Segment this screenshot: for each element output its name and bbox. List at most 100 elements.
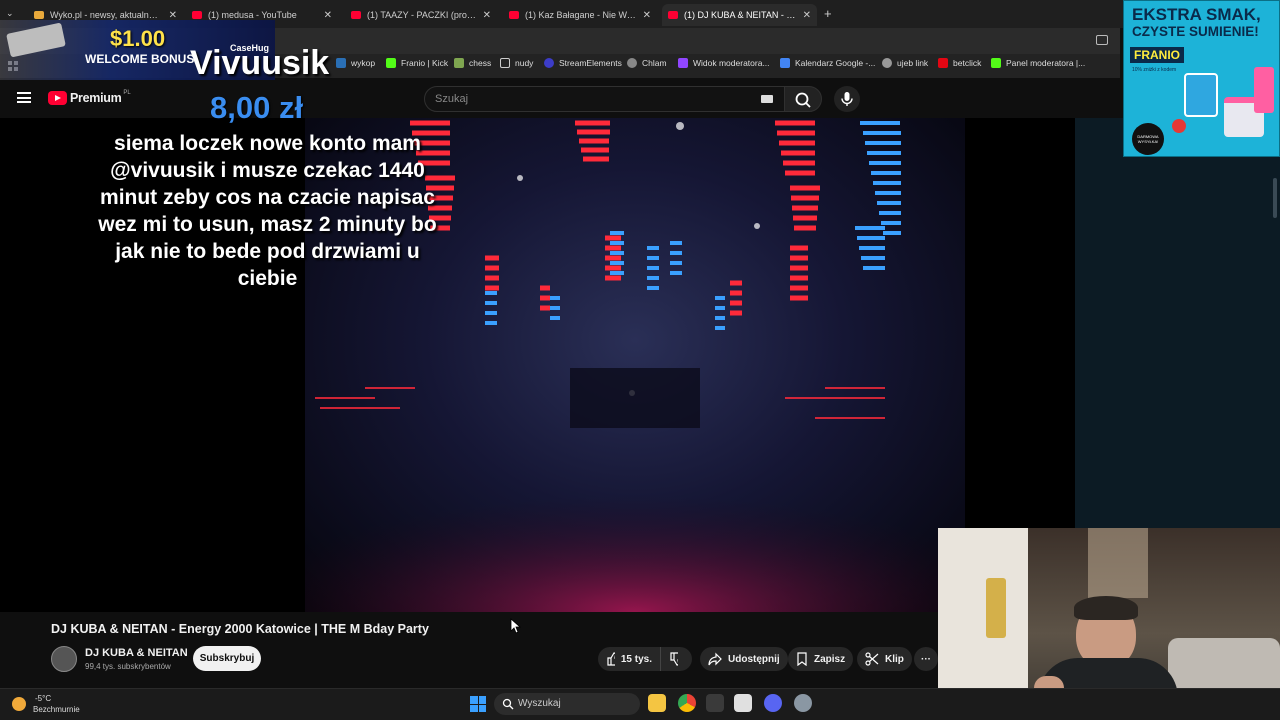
close-tab-icon[interactable]: ✕	[803, 10, 811, 21]
cast-icon[interactable]	[1096, 35, 1108, 45]
youtube-favicon-icon	[668, 11, 678, 19]
light-coils	[410, 120, 901, 330]
bookmark-widok-moderatora[interactable]: Widok moderatora...	[678, 58, 770, 68]
close-tab-icon[interactable]: ✕	[324, 10, 332, 21]
youtube-favicon-icon	[351, 11, 361, 19]
save-label: Zapisz	[814, 653, 846, 665]
donation-message: siema loczek nowe konto mam @vivuusik i …	[98, 132, 437, 290]
donation-amount: 8,00 zł	[210, 90, 304, 125]
ad-headline-1: EKSTRA SMAK,	[1132, 5, 1261, 24]
more-actions-button[interactable]: ···	[914, 647, 938, 671]
search-input[interactable]: Szukaj	[424, 86, 786, 112]
youtube-play-icon	[48, 91, 67, 105]
weather-temperature[interactable]: -5°C	[35, 694, 51, 703]
keyboard-icon[interactable]	[761, 95, 773, 103]
weather-description[interactable]: Bezchmurnie	[33, 705, 80, 714]
tab-search-chevron-icon[interactable]: ⌄	[6, 8, 14, 19]
share-button[interactable]: Udostępnij	[700, 647, 788, 671]
channel-name[interactable]: DJ KUBA & NEITAN	[85, 647, 188, 659]
bookmark-chlam[interactable]: Chlam	[627, 58, 667, 68]
search-icon	[502, 698, 514, 710]
product-jar-icon	[1184, 73, 1218, 117]
trophy-icon	[986, 578, 1006, 638]
search-button[interactable]	[784, 86, 822, 112]
tab-label: (1) DJ KUBA & NEITAN - Energ	[684, 10, 797, 20]
bookmark-ujeb-link[interactable]: ujeb link	[882, 58, 928, 68]
close-tab-icon[interactable]: ✕	[483, 10, 491, 21]
fruit-icon	[1172, 119, 1186, 133]
bookmark-panel-moderatora[interactable]: Panel moderatora |...	[991, 58, 1085, 68]
site-favicon-icon	[34, 11, 44, 19]
ad-badge: DARMOWA WYSYŁKA!	[1132, 123, 1164, 155]
bookmark-wykop[interactable]: wykop	[336, 58, 375, 68]
thumbs-down-icon	[670, 652, 678, 666]
scrollbar-thumb[interactable]	[1273, 178, 1277, 218]
betclic-icon	[938, 58, 948, 68]
ad-subtext: 10% zniżki z kodem	[1132, 67, 1177, 73]
calendar-icon	[780, 58, 790, 68]
chrome-icon[interactable]	[678, 694, 696, 712]
door-frame	[1088, 528, 1148, 598]
subscribe-button[interactable]: Subskrybuj	[193, 646, 261, 671]
globe-icon	[882, 58, 892, 68]
youtube-favicon-icon	[192, 11, 202, 19]
dislike-button[interactable]	[660, 647, 692, 671]
clip-label: Klip	[885, 653, 904, 665]
globe-icon	[627, 58, 637, 68]
bookmark-franio-kick[interactable]: Franio | Kick	[386, 58, 448, 68]
franio-ad-overlay: EKSTRA SMAK, CZYSTE SUMIENIE! FRANIO 10%…	[1123, 0, 1280, 157]
bookmark-kalendarz-google[interactable]: Kalendarz Google -...	[780, 58, 875, 68]
like-button[interactable]: 15 tys.	[598, 647, 660, 671]
donation-username: Vivuusik	[190, 44, 330, 82]
close-tab-icon[interactable]: ✕	[643, 10, 651, 21]
twitch-icon	[678, 58, 688, 68]
product-can-icon	[1254, 67, 1274, 113]
bookmark-chess[interactable]: chess	[454, 58, 491, 68]
browser-tab[interactable]: (1) Kaz Bałagane - Nie Wal Z Dy ✕	[503, 4, 657, 26]
youtube-premium-logo[interactable]: Premium PL	[48, 90, 131, 105]
folder-icon	[500, 58, 510, 68]
save-button[interactable]: Zapisz	[788, 647, 854, 671]
app-icon[interactable]	[706, 694, 724, 712]
scissors-icon	[865, 652, 879, 666]
tab-label: Wyko.pl - newsy, aktualności	[50, 10, 163, 20]
browser-tab-active[interactable]: (1) DJ KUBA & NEITAN - Energ ✕	[662, 4, 817, 26]
hamburger-menu-icon[interactable]	[17, 92, 31, 103]
spotlights	[517, 122, 760, 396]
clip-button[interactable]: Klip	[857, 647, 912, 671]
dj-booth	[570, 368, 700, 428]
windows-taskbar: -5°C Bezchmurnie	[0, 688, 1280, 720]
youtube-favicon-icon	[509, 11, 519, 19]
microphone-icon	[841, 92, 853, 106]
promo-text: WELCOME BONUS	[85, 52, 195, 66]
wykop-icon	[336, 58, 346, 68]
streamelements-icon	[544, 58, 554, 68]
streamer-hair	[1074, 596, 1138, 620]
promo-amount: $1.00	[110, 26, 166, 51]
browser-tab[interactable]: (1) TAAZY - PACZKI (prod. Crac ✕	[345, 4, 497, 26]
ad-brand: FRANIO	[1130, 47, 1184, 63]
tab-label: (1) Kaz Bałagane - Nie Wal Z Dy	[525, 10, 637, 20]
search-icon	[795, 92, 811, 108]
mouse-cursor-icon	[510, 618, 522, 634]
weather-moon-icon[interactable]	[12, 697, 26, 711]
settings-gear-icon[interactable]	[794, 694, 812, 712]
bookmark-streamelements[interactable]: StreamElements	[544, 58, 622, 68]
share-label: Udostępnij	[728, 653, 780, 665]
close-tab-icon[interactable]: ✕	[169, 10, 177, 21]
video-title: DJ KUBA & NEITAN - Energy 2000 Katowice …	[51, 622, 429, 636]
windows-start-icon[interactable]	[470, 696, 486, 712]
app-icon[interactable]	[734, 694, 752, 712]
file-explorer-icon[interactable]	[648, 694, 666, 712]
channel-avatar[interactable]	[51, 646, 77, 672]
chess-pawn-icon	[454, 58, 464, 68]
new-tab-button[interactable]: +	[824, 6, 832, 21]
bookmark-betclick[interactable]: betclick	[938, 58, 981, 68]
bookmark-nudy[interactable]: nudy	[500, 58, 533, 68]
discord-icon[interactable]	[764, 694, 782, 712]
taskbar-search-input[interactable]: Wyszukaj	[494, 693, 640, 715]
voice-search-button[interactable]	[834, 86, 860, 112]
like-count: 15 tys.	[620, 653, 652, 665]
tab-label: (1) medusa - YouTube	[208, 10, 297, 20]
kick-icon	[386, 58, 396, 68]
